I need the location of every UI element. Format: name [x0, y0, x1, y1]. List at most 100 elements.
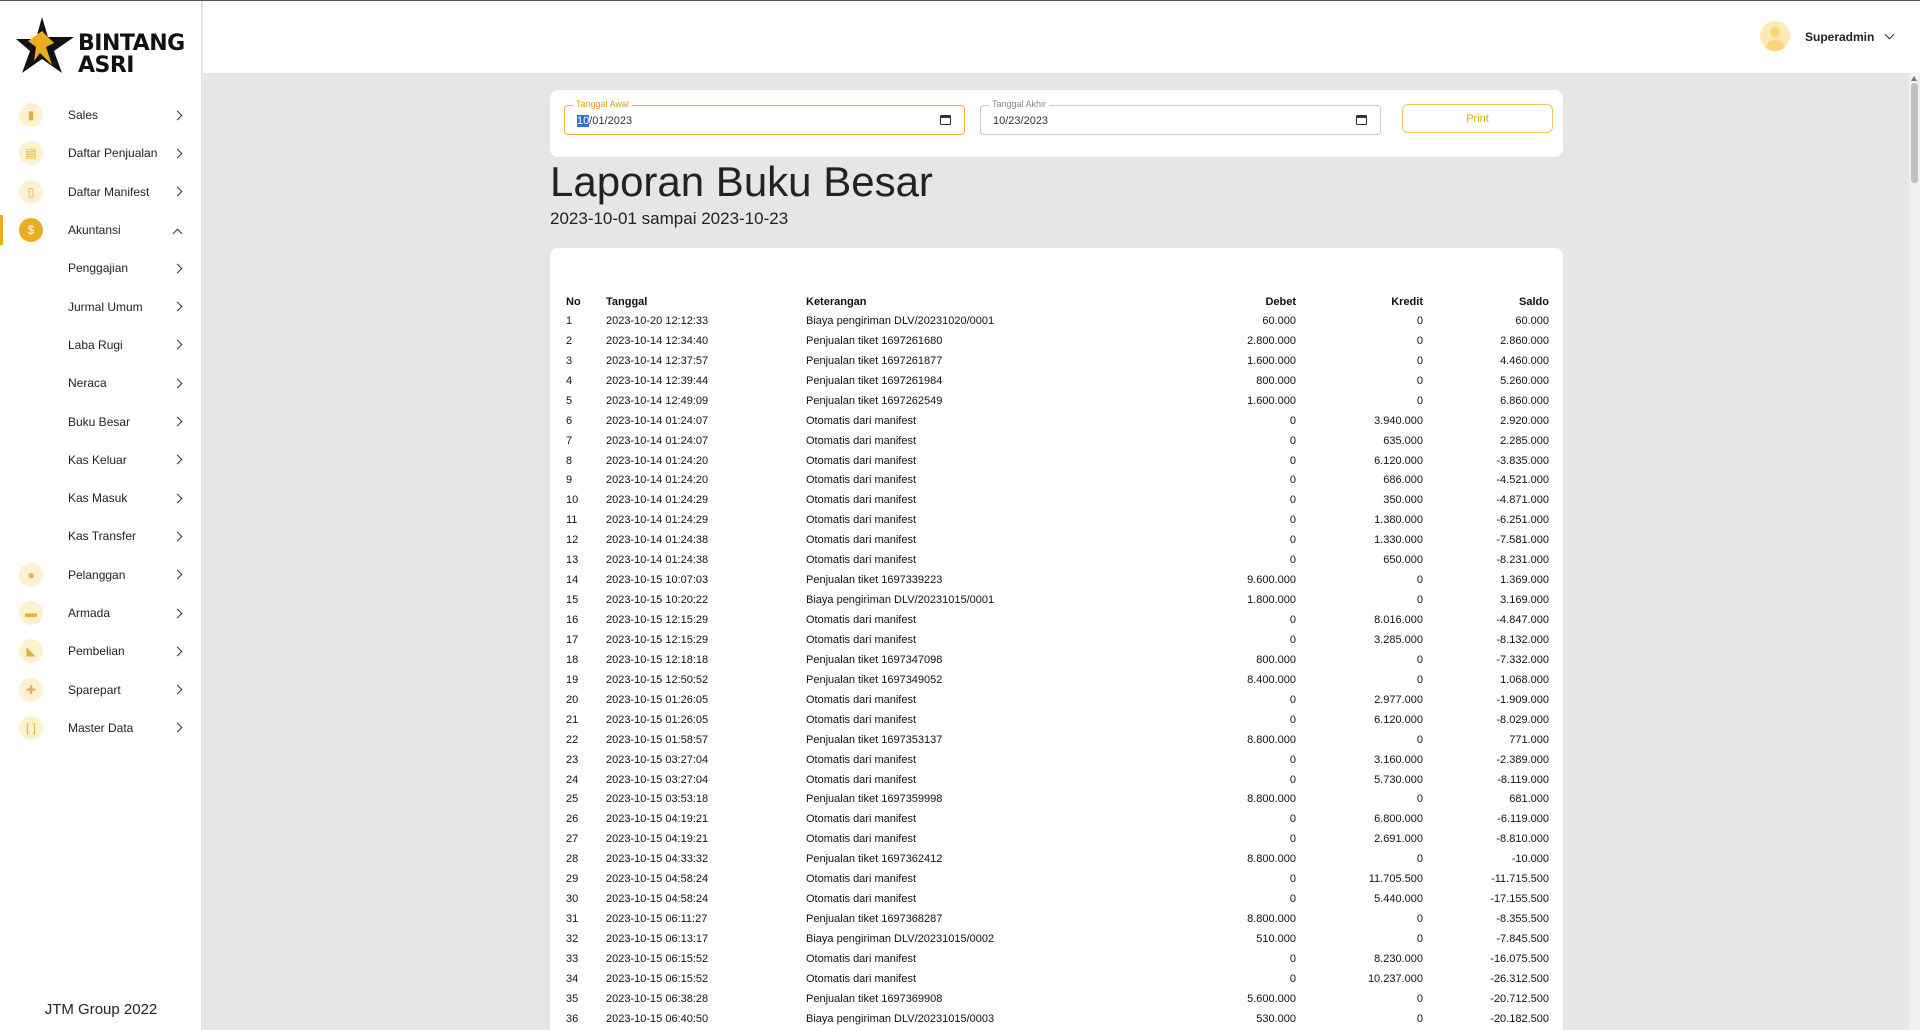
table-row: 4 2023-10-14 12:39:44 Penjualan tiket 1697…: [566, 371, 1549, 391]
cell-saldo: 2.285.000: [1500, 434, 1549, 447]
brand-logo[interactable]: BINTANG ASRI: [16, 17, 186, 77]
sidebar-item-kas-masuk[interactable]: Kas Masuk: [0, 479, 202, 517]
cell-debet: 0: [1289, 434, 1296, 447]
end-date-value[interactable]: 10/23/2023: [993, 115, 1048, 127]
cell-debet: 0: [1289, 833, 1296, 846]
table-row: 31 2023-10-15 06:11:27 Penjualan tiket 169…: [566, 909, 1549, 929]
avatar[interactable]: [1760, 21, 1790, 51]
sidebar-item-kas-keluar[interactable]: Kas Keluar: [0, 441, 202, 479]
cell-keterangan: Otomatis dari manifest: [806, 833, 917, 846]
table-row: 8 2023-10-14 01:24:20 Otomatis dari manife…: [566, 451, 1549, 471]
sidebar-item-label: Armada: [68, 606, 111, 620]
chevron-right-icon: [172, 148, 183, 159]
cell-no: 8: [566, 454, 573, 467]
cell-tanggal: 2023-10-15 03:53:18: [606, 793, 709, 806]
cell-kredit: 8.230.000: [1374, 952, 1423, 965]
bar-chart-icon: ▮: [19, 103, 43, 128]
cell-saldo: -7.332.000: [1496, 653, 1549, 666]
sidebar-item-akuntansi[interactable]: $ Akuntansi: [0, 211, 202, 249]
cell-no: 34: [566, 972, 579, 985]
cell-saldo: 3.169.000: [1500, 594, 1549, 607]
sidebar-item-laba-rugi[interactable]: Laba Rugi: [0, 326, 202, 364]
scrollbar-thumb[interactable]: [1911, 83, 1918, 183]
cell-keterangan: Biaya pengiriman DLV/20231015/0001: [806, 594, 995, 607]
table-row: 6 2023-10-14 01:24:07 Otomatis dari manife…: [566, 411, 1549, 431]
cell-debet: 0: [1289, 753, 1296, 766]
chevron-right-icon: [172, 569, 183, 580]
sidebar-item-sales[interactable]: ▮ Sales: [0, 96, 202, 134]
table-row: 29 2023-10-15 04:58:24 Otomatis dari manif…: [566, 869, 1549, 889]
print-button[interactable]: Print: [1402, 104, 1553, 133]
cell-keterangan: Penjualan tiket 1697362412: [806, 853, 943, 866]
chevron-right-icon: [172, 722, 183, 733]
cell-keterangan: Penjualan tiket 1697262549: [806, 394, 943, 407]
cell-kredit: 11.705.500: [1368, 873, 1423, 886]
cell-keterangan: Otomatis dari manifest: [806, 693, 917, 706]
end-date-field[interactable]: Tanggal Akhir 10/23/2023: [980, 99, 1381, 135]
sidebar-item-master-data[interactable]: [ ] Master Data: [0, 709, 202, 747]
cell-debet: 60.000: [1262, 314, 1296, 327]
sidebar-item-armada[interactable]: ▬ Armada: [0, 594, 202, 632]
cell-debet: 800.000: [1256, 374, 1296, 387]
chevron-down-icon[interactable]: [1884, 29, 1895, 40]
cell-debet: 0: [1289, 474, 1296, 487]
cell-no: 13: [566, 554, 579, 567]
calendar-icon[interactable]: [1356, 115, 1367, 125]
cell-keterangan: Penjualan tiket 1697347098: [806, 653, 943, 666]
table-row: 35 2023-10-15 06:38:28 Penjualan tiket 169…: [566, 989, 1549, 1009]
cell-debet: 510.000: [1256, 933, 1296, 946]
cell-no: 9: [566, 474, 573, 487]
sidebar-item-label: Laba Rugi: [68, 337, 123, 352]
cell-no: 2: [566, 334, 573, 347]
sidebar-item-penggajian[interactable]: Penggajian: [0, 249, 202, 287]
cell-kredit: 0: [1416, 733, 1423, 746]
cell-tanggal: 2023-10-15 04:58:24: [606, 873, 709, 886]
table-header-row: No Tanggal Keterangan Debet Kredit Saldo: [566, 292, 1549, 311]
sidebar-item-daftar-manifest[interactable]: ▯ Daftar Manifest: [0, 173, 202, 211]
cell-kredit: 0: [1416, 673, 1423, 686]
cell-debet: 800.000: [1256, 653, 1296, 666]
sidebar-item-kas-transfer[interactable]: Kas Transfer: [0, 517, 202, 555]
end-date-label: Tanggal Akhir: [989, 99, 1050, 109]
cell-saldo: 5.260.000: [1500, 374, 1549, 387]
cell-tanggal: 2023-10-14 01:24:29: [606, 514, 709, 527]
sidebar-item-pelanggan[interactable]: ● Pelanggan: [0, 556, 202, 594]
cell-debet: 0: [1289, 693, 1296, 706]
cell-no: 23: [566, 753, 579, 766]
cell-no: 3: [566, 354, 573, 367]
chevron-right-icon: [172, 454, 183, 465]
cell-keterangan: Biaya pengiriman DLV/20231020/0001: [806, 314, 995, 327]
username[interactable]: Superadmin: [1805, 30, 1874, 44]
sidebar-item-pembelian[interactable]: ◣ Pembelian: [0, 632, 202, 670]
sidebar-item-jurmal-umum[interactable]: Jurmal Umum: [0, 287, 202, 325]
sidebar-item-daftar-penjualan[interactable]: ▤ Daftar Penjualan: [0, 134, 202, 172]
sidebar-footer: JTM Group 2022: [44, 1001, 158, 1018]
sidebar-item-sparepart[interactable]: ✚ Sparepart: [0, 670, 202, 708]
scroll-up-arrow-icon[interactable]: [1911, 76, 1917, 81]
calendar-icon[interactable]: [940, 115, 951, 125]
table-row: 23 2023-10-15 03:27:04 Otomatis dari manif…: [566, 750, 1549, 770]
cell-no: 32: [566, 933, 579, 946]
cell-kredit: 0: [1416, 354, 1423, 367]
sidebar: BINTANG ASRI ▮ Sales ▤ Daftar Penjualan …: [0, 1, 202, 1030]
cell-kredit: 686.000: [1383, 474, 1423, 487]
table-row: 32 2023-10-15 06:13:17 Biaya pengiriman DL…: [566, 929, 1549, 949]
start-date-value[interactable]: 10/01/2023: [577, 115, 632, 127]
sidebar-item-neraca[interactable]: Neraca: [0, 364, 202, 402]
sidebar-item-buku-besar[interactable]: Buku Besar: [0, 402, 202, 440]
chevron-right-icon: [172, 110, 183, 121]
cell-keterangan: Penjualan tiket 1697261984: [806, 374, 943, 387]
cell-kredit: 1.330.000: [1374, 534, 1423, 547]
sidebar-item-label: Sales: [68, 108, 99, 123]
chevron-right-icon: [172, 608, 183, 618]
puzzle-icon: ✚: [19, 677, 43, 702]
cell-no: 5: [566, 394, 573, 407]
selected-month-segment: 10: [577, 115, 590, 127]
top-header: Superadmin: [203, 1, 1920, 73]
cell-no: 7: [566, 434, 573, 447]
start-date-field[interactable]: Tanggal Awal 10/01/2023: [564, 99, 965, 135]
chevron-up-icon: [172, 228, 183, 239]
page-scrollbar[interactable]: [1909, 73, 1920, 1030]
cell-keterangan: Penjualan tiket 1697261877: [806, 354, 943, 367]
cell-kredit: 0: [1416, 853, 1423, 866]
